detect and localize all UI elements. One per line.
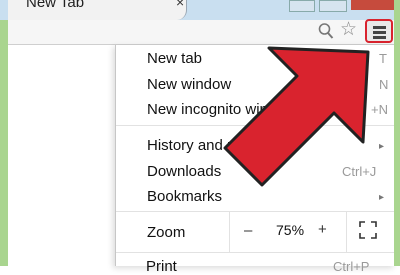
minimize-button[interactable] [289, 0, 315, 12]
zoom-in-button[interactable]: + [318, 221, 327, 238]
chrome-menu-button[interactable] [365, 19, 393, 43]
maximize-button[interactable] [319, 0, 347, 12]
frame-right [394, 0, 400, 266]
menu-item-new-window[interactable]: New window [147, 76, 231, 93]
zoom-label: Zoom [147, 224, 186, 241]
menu-shortcut-new-window: N [379, 77, 389, 92]
menu-shortcut-new-tab: T [379, 51, 387, 66]
menu-separator [116, 252, 395, 253]
frame-left [0, 0, 8, 266]
zoom-row: Zoom – 75% + [116, 212, 395, 252]
menu-shortcut-new-incognito: +N [371, 102, 388, 117]
submenu-arrow-icon: ▸ [379, 192, 385, 203]
zoom-out-button[interactable]: – [244, 222, 252, 239]
title-bar: New Tab × [0, 0, 400, 20]
close-icon[interactable]: × [176, 0, 184, 10]
menu-shortcut-print: Ctrl+P [333, 259, 370, 274]
toolbar [8, 20, 394, 45]
menu-shortcut-downloads: Ctrl+J [342, 164, 377, 179]
menu-item-new-tab[interactable]: New tab [147, 50, 202, 67]
menu-item-new-incognito-window[interactable]: New incognito windo [147, 101, 285, 118]
menu-item-downloads[interactable]: Downloads [147, 163, 221, 180]
fullscreen-icon[interactable] [359, 221, 377, 239]
tab-title: New Tab [26, 0, 85, 11]
menu-item-bookmarks[interactable]: Bookmarks [147, 188, 222, 205]
window-close-button[interactable] [351, 0, 397, 10]
menu-item-print[interactable]: Print [146, 258, 177, 275]
submenu-arrow-icon: ▸ [379, 141, 385, 152]
menu-item-history[interactable]: History and recent [147, 137, 269, 154]
zoom-level: 75% [276, 222, 305, 238]
menu-separator [116, 125, 395, 126]
hamburger-menu-icon [373, 26, 386, 29]
window-controls [289, 0, 397, 12]
tab-new-tab[interactable]: New Tab × [8, 0, 187, 20]
chrome-dropdown-menu: New tab T New window N New incognito win… [115, 45, 395, 266]
zoom-icon[interactable] [318, 22, 334, 40]
bookmark-star-icon[interactable]: ☆ [340, 20, 357, 40]
